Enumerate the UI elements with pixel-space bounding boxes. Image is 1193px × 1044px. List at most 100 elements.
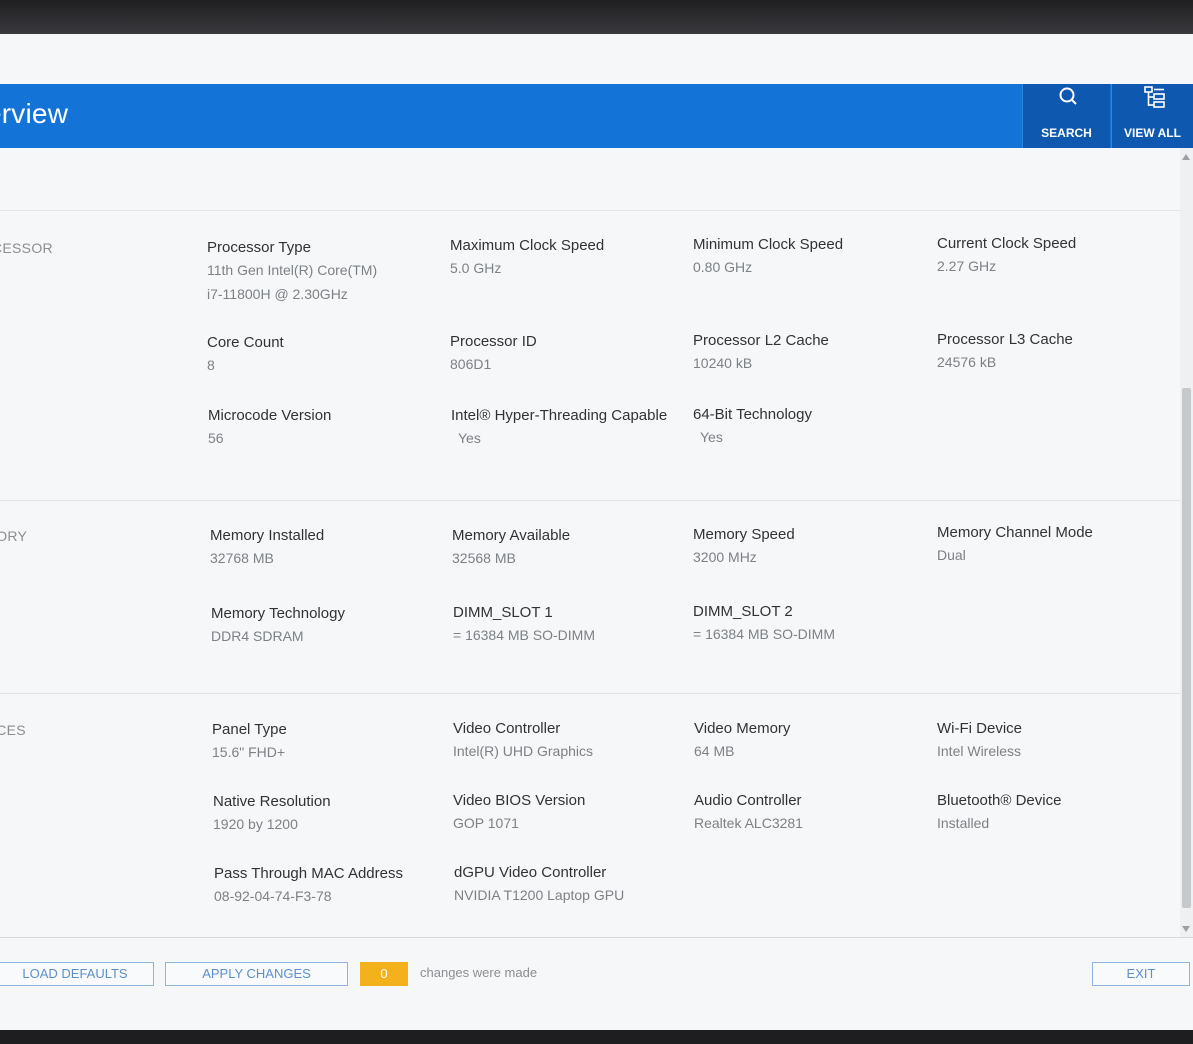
apply-changes-button[interactable]: APPLY CHANGES (165, 962, 348, 986)
field-name: Current Clock Speed (937, 235, 1077, 252)
field-name: Memory Speed (693, 526, 795, 543)
search-label: SEARCH (1041, 126, 1092, 140)
field-hyper-threading: Intel® Hyper-Threading Capable Yes (451, 406, 681, 450)
search-button[interactable]: SEARCH (1022, 84, 1110, 148)
vertical-scrollbar[interactable] (1180, 148, 1193, 938)
field-name: Memory Channel Mode (937, 524, 1093, 541)
field-value: Installed (937, 815, 990, 831)
field-memory-available: Memory Available 32568 MB (452, 526, 682, 570)
field-value: 32568 MB (452, 550, 516, 566)
field-value: NVIDIA T1200 Laptop GPU (454, 887, 625, 903)
page-header: erview SEARCH VIEW ALL (0, 84, 1193, 148)
field-dimm-slot-2: DIMM_SLOT 2 = 16384 MB SO-DIMM (693, 602, 923, 646)
field-name: Memory Available (452, 527, 571, 544)
field-dgpu-video-controller: dGPU Video Controller NVIDIA T1200 Lapto… (454, 863, 684, 907)
field-video-bios-version: Video BIOS Version GOP 1071 (453, 791, 683, 835)
divider (0, 693, 1180, 694)
field-min-clock-speed: Minimum Clock Speed 0.80 GHz (693, 235, 923, 279)
field-name: Processor ID (450, 333, 537, 350)
changes-status-text: changes were made (420, 965, 538, 980)
field-l3-cache: Processor L3 Cache 24576 kB (937, 330, 1167, 374)
field-name: Pass Through MAC Address (214, 865, 403, 882)
field-name: DIMM_SLOT 2 (693, 603, 793, 620)
field-value: Intel(R) UHD Graphics (453, 743, 594, 759)
field-name: Processor L3 Cache (937, 331, 1073, 348)
field-value: 56 (208, 430, 224, 446)
field-name: dGPU Video Controller (454, 864, 607, 881)
field-name: Memory Technology (211, 605, 345, 622)
field-name: Native Resolution (213, 793, 331, 810)
field-video-controller: Video Controller Intel(R) UHD Graphics (453, 719, 683, 763)
field-value: = 16384 MB SO-DIMM (453, 627, 595, 643)
field-memory-speed: Memory Speed 3200 MHz (693, 525, 923, 569)
page-title: erview (0, 98, 69, 129)
field-name: Video Memory (694, 720, 791, 737)
field-name: Minimum Clock Speed (693, 236, 844, 253)
field-name: Intel® Hyper-Threading Capable (451, 407, 668, 424)
field-value: Realtek ALC3281 (694, 815, 803, 831)
field-processor-id: Processor ID 806D1 (450, 332, 680, 376)
divider (0, 500, 1180, 501)
field-value: i7-11800H @ 2.30GHz (207, 286, 348, 302)
field-core-count: Core Count 8 (207, 333, 437, 377)
field-name: Core Count (207, 334, 284, 351)
scroll-up-arrow-icon[interactable] (1182, 154, 1190, 160)
field-name: Video BIOS Version (453, 792, 586, 809)
field-bluetooth-device: Bluetooth® Device Installed (937, 791, 1167, 835)
field-memory-channel-mode: Memory Channel Mode Dual (937, 523, 1167, 567)
field-value: 1920 by 1200 (213, 816, 298, 832)
field-name: Microcode Version (208, 407, 332, 424)
view-all-button[interactable]: VIEW ALL (1111, 84, 1193, 148)
scroll-thumb[interactable] (1182, 388, 1191, 908)
field-value: 32768 MB (210, 550, 274, 566)
field-name: Audio Controller (694, 792, 802, 809)
field-name: Processor L2 Cache (693, 332, 829, 349)
field-processor-type: Processor Type 11th Gen Intel(R) Core(TM… (207, 238, 437, 306)
bios-screen: erview SEARCH VIEW ALL CESSOR (0, 34, 1193, 1030)
search-icon (1059, 87, 1077, 105)
field-max-clock-speed: Maximum Clock Speed 5.0 GHz (450, 236, 680, 280)
field-value: 10240 kB (693, 355, 753, 371)
field-value: 2.27 GHz (937, 258, 997, 274)
field-value: Yes (700, 429, 723, 445)
field-microcode-version: Microcode Version 56 (208, 406, 438, 450)
field-wifi-device: Wi-Fi Device Intel Wireless (937, 719, 1167, 763)
scroll-down-arrow-icon[interactable] (1182, 926, 1190, 932)
changes-count-badge: 0 (360, 962, 408, 986)
field-name: Panel Type (212, 721, 287, 738)
field-value: 0.80 GHz (693, 259, 753, 275)
field-value: Intel Wireless (937, 743, 1022, 759)
field-name: 64-Bit Technology (693, 406, 812, 423)
view-all-label: VIEW ALL (1124, 126, 1181, 140)
field-current-clock-speed: Current Clock Speed 2.27 GHz (937, 234, 1167, 278)
field-mac-address: Pass Through MAC Address 08-92-04-74-F3-… (214, 864, 444, 908)
field-name: Wi-Fi Device (937, 720, 1022, 737)
field-name: Video Controller (453, 720, 561, 737)
field-panel-type: Panel Type 15.6" FHD+ (212, 720, 442, 764)
field-value: 15.6" FHD+ (212, 744, 286, 760)
display-bezel-top (0, 0, 1193, 34)
section-label-devices: ICES (0, 722, 26, 738)
section-label-memory: IORY (0, 528, 28, 544)
field-name: DIMM_SLOT 1 (453, 604, 553, 621)
field-value: DDR4 SDRAM (211, 628, 304, 644)
load-defaults-button[interactable]: LOAD DEFAULTS (0, 962, 154, 986)
field-value: 8 (207, 357, 215, 373)
display-bezel-bottom (0, 1030, 1193, 1044)
field-64bit-technology: 64-Bit Technology Yes (693, 405, 923, 449)
field-value: 3200 MHz (693, 549, 757, 565)
field-dimm-slot-1: DIMM_SLOT 1 = 16384 MB SO-DIMM (453, 603, 683, 647)
field-value: 08-92-04-74-F3-78 (214, 888, 332, 904)
field-value: 24576 kB (937, 354, 997, 370)
field-value: GOP 1071 (453, 815, 519, 831)
field-name: Maximum Clock Speed (450, 237, 605, 254)
field-name: Memory Installed (210, 527, 325, 544)
overview-content: CESSOR Processor Type 11th Gen Intel(R) … (0, 148, 1180, 938)
footer-bar: LOAD DEFAULTS APPLY CHANGES 0 changes we… (0, 937, 1193, 1030)
field-video-memory: Video Memory 64 MB (694, 719, 924, 763)
field-value: 5.0 GHz (450, 260, 502, 276)
field-l2-cache: Processor L2 Cache 10240 kB (693, 331, 923, 375)
field-memory-technology: Memory Technology DDR4 SDRAM (211, 604, 441, 648)
exit-button[interactable]: EXIT (1092, 962, 1190, 986)
field-value: 64 MB (694, 743, 735, 759)
